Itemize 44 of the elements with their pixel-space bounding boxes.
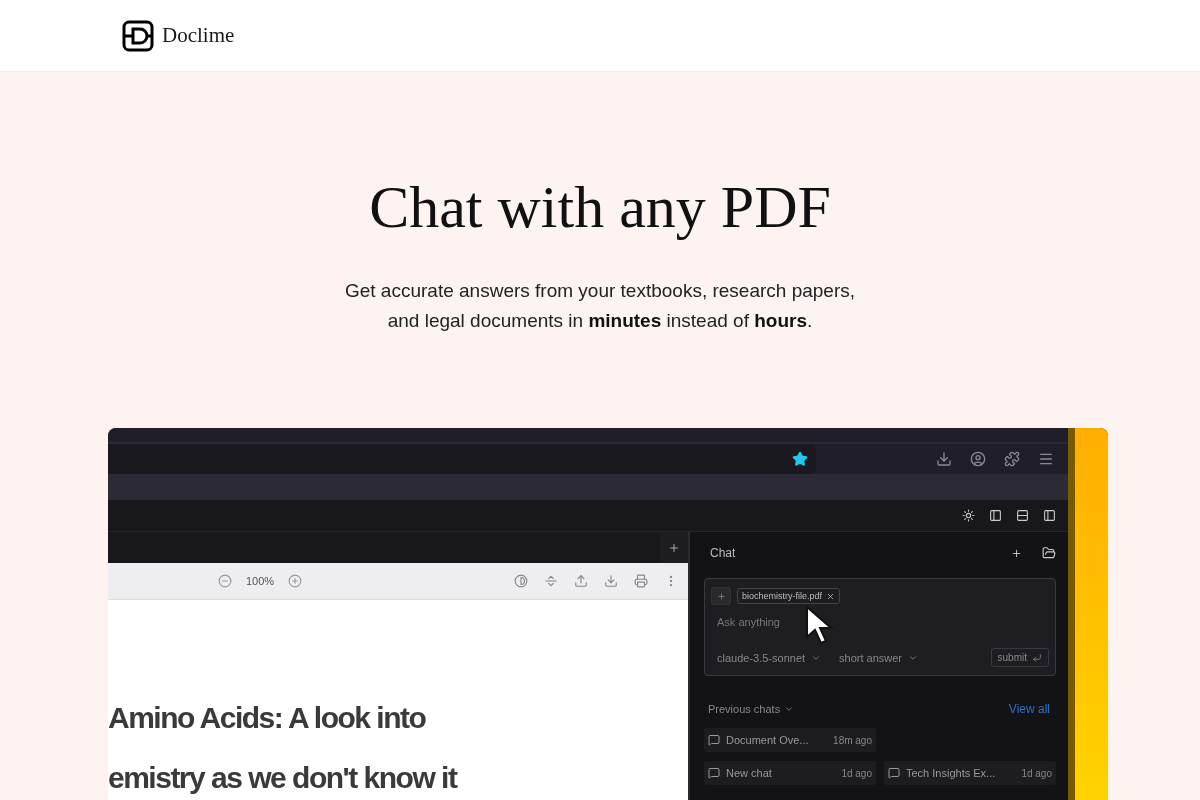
document-heading-line: emistry as we don't know it: [108, 760, 458, 796]
submit-button[interactable]: submit: [990, 648, 1049, 667]
chat-title: Chat: [710, 546, 736, 560]
plus-icon: [668, 541, 680, 554]
star-icon[interactable]: [792, 451, 808, 468]
cursor-icon: [805, 605, 835, 645]
zoom-level: 100%: [246, 575, 275, 587]
download-icon[interactable]: [936, 451, 952, 468]
split-rows-icon[interactable]: [1016, 508, 1029, 522]
chat-bubble-icon: [708, 734, 720, 746]
plus-icon: [716, 591, 726, 601]
hero-subtitle: Get accurate answers from your textbooks, research papers, and legal documents in minutes instead of hours.: [343, 279, 857, 333]
sun-icon[interactable]: [962, 508, 975, 522]
chat-history-item[interactable]: Tech Insights Ex... 1d ago: [884, 761, 1056, 785]
plus-icon[interactable]: [1011, 547, 1022, 559]
upload-icon[interactable]: [574, 574, 588, 588]
ask-field[interactable]: Ask anything: [715, 615, 799, 629]
print-icon[interactable]: [634, 574, 648, 588]
chat-history-item[interactable]: New chat 1d ago: [704, 761, 876, 785]
hero-title: Chat with any PDF: [369, 173, 831, 242]
answer-mode-select[interactable]: short answer: [833, 651, 925, 664]
enter-key-icon: [1032, 652, 1042, 663]
document-heading-line: Amino Acids: A look into: [108, 700, 427, 736]
download-icon[interactable]: [604, 574, 618, 588]
chat-bubble-icon: [708, 767, 720, 779]
panel-left-icon[interactable]: [989, 508, 1002, 522]
panel-left-icon[interactable]: [1043, 508, 1056, 522]
logo-icon: [122, 19, 154, 52]
brand-name: Doclime: [162, 23, 235, 48]
attachment-chip[interactable]: biochemistry-file.pdf: [737, 588, 841, 604]
previous-chats-toggle[interactable]: Previous chats: [708, 703, 795, 715]
chat-bubble-icon: [888, 767, 900, 779]
model-select[interactable]: claude-3.5-sonnet: [711, 651, 828, 664]
puzzle-icon[interactable]: [1004, 451, 1020, 468]
chat-history-item[interactable]: Document Ove... 18m ago: [704, 728, 876, 752]
view-all-link[interactable]: View all: [1008, 702, 1050, 716]
add-button[interactable]: [711, 587, 731, 605]
contrast-icon[interactable]: [514, 574, 528, 588]
account-icon[interactable]: [970, 451, 986, 468]
close-icon[interactable]: [826, 591, 836, 601]
new-tab-button[interactable]: [660, 532, 688, 563]
chevron-down-icon: [784, 704, 795, 714]
folder-icon[interactable]: [1042, 546, 1056, 560]
split-icon[interactable]: [544, 574, 558, 588]
